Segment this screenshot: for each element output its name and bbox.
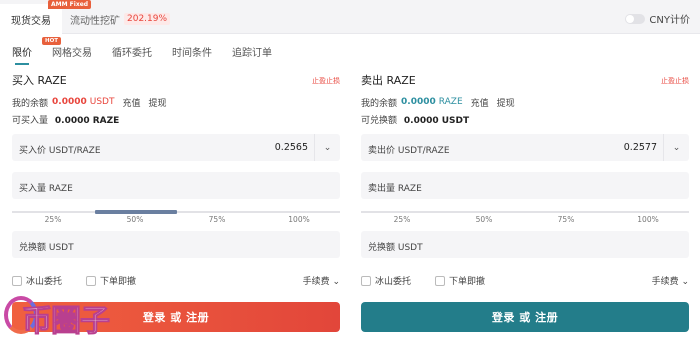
- slider-mark[interactable]: 100%: [288, 215, 309, 224]
- buy-available-label: 可买入量: [12, 116, 49, 126]
- chevron-down-icon[interactable]: ⌄: [663, 134, 689, 161]
- tab-trailing-order[interactable]: 追踪订单: [232, 44, 272, 65]
- buy-ioc-checkbox[interactable]: 下单即撤: [86, 274, 136, 287]
- buy-available-row: 可买入量 0.0000 RAZE: [12, 113, 340, 126]
- buy-total-input[interactable]: 兑换额 USDT: [12, 231, 340, 258]
- toggle-switch[interactable]: [625, 13, 646, 24]
- buy-title-text: 买入 RAZE: [12, 74, 67, 87]
- sell-deposit-link[interactable]: 充值: [471, 96, 489, 109]
- buy-fee-dropdown[interactable]: 手续费 ⌄: [303, 274, 340, 287]
- amm-apy-badge: 202.19%: [124, 13, 171, 25]
- sell-available-amount: 0.0000 USDT: [403, 116, 470, 126]
- buy-amount-label: 买入量 RAZE: [19, 184, 73, 194]
- slider-mark[interactable]: 75%: [558, 215, 575, 224]
- sell-total-label: 兑换额 USDT: [368, 243, 423, 253]
- sell-iceberg-checkbox[interactable]: 冰山委托: [361, 274, 411, 287]
- buy-title: 买入 RAZE 止盈止损: [12, 72, 340, 88]
- sell-ioc-checkbox[interactable]: 下单即撤: [435, 274, 485, 287]
- checkbox-icon[interactable]: [12, 275, 22, 286]
- sell-stop-loss-link[interactable]: 止盈止损: [661, 76, 689, 86]
- checkbox-icon[interactable]: [435, 275, 445, 286]
- slider-fill[interactable]: [95, 210, 177, 214]
- sell-options-row: 冰山委托 下单即撤 手续费 ⌄: [361, 274, 689, 288]
- buy-percent-slider[interactable]: 25% 50% 75% 100%: [12, 209, 340, 224]
- hot-badge: HOT: [42, 37, 62, 45]
- buy-price-label: 买入价 USDT/RAZE: [19, 146, 101, 156]
- checkbox-icon[interactable]: [361, 275, 371, 286]
- sell-total-input[interactable]: 兑换额 USDT: [361, 231, 689, 258]
- cny-label: CNY计价: [649, 15, 690, 26]
- slider-mark[interactable]: 50%: [127, 215, 144, 224]
- market-type-bar: 现货交易 AMM Fixed 流动性挖矿 202.19% CNY计价: [0, 0, 700, 34]
- slider-mark[interactable]: 100%: [637, 215, 658, 224]
- sell-available-label: 可兑换额: [361, 116, 398, 126]
- checkbox-icon[interactable]: [86, 275, 96, 286]
- buy-fee-label: 手续费: [302, 277, 330, 287]
- slider-mark[interactable]: 25%: [45, 215, 62, 224]
- tab-liquidity-mining[interactable]: 流动性挖矿 202.19%: [70, 4, 171, 34]
- buy-price-input[interactable]: 买入价 USDT/RAZE 0.2565 ⌄: [12, 134, 340, 161]
- slider-mark[interactable]: 50%: [476, 215, 493, 224]
- tab-amm-label: 流动性挖矿: [70, 15, 120, 27]
- sell-fee-dropdown[interactable]: 手续费 ⌄: [652, 274, 689, 287]
- sell-fee-label: 手续费: [651, 277, 679, 287]
- buy-stop-loss-link[interactable]: 止盈止损: [312, 76, 340, 86]
- buy-balance-amount: 0.0000: [52, 97, 87, 107]
- buy-button-label: 登录 或 注册: [142, 311, 210, 324]
- buy-options-row: 冰山委托 下单即撤 手续费 ⌄: [12, 274, 340, 288]
- watermark-text: 币圈子: [22, 304, 111, 340]
- buy-withdraw-link[interactable]: 提现: [149, 96, 167, 109]
- sell-amount-input[interactable]: 卖出量 RAZE: [361, 172, 689, 199]
- buy-balance-row: 我的余额 0.0000 USDT 充值 提现: [12, 96, 340, 109]
- sell-iceberg-label: 冰山委托: [375, 277, 412, 287]
- slider-mark[interactable]: 25%: [394, 215, 411, 224]
- tab-grid-trading[interactable]: 网格交易: [52, 44, 92, 65]
- slider-track: [361, 211, 689, 213]
- sell-price-value: 0.2577: [623, 142, 657, 153]
- sell-title-text: 卖出 RAZE: [361, 74, 416, 87]
- sell-ioc-label: 下单即撤: [449, 277, 486, 287]
- sell-button-label: 登录 或 注册: [491, 311, 559, 324]
- sell-price-label: 卖出价 USDT/RAZE: [368, 146, 450, 156]
- order-type-tabs: 限价 网格交易 循环委托 时间条件 追踪订单: [12, 44, 292, 65]
- slider-mark[interactable]: 75%: [209, 215, 226, 224]
- sell-available-row: 可兑换额 0.0000 USDT: [361, 113, 689, 126]
- sell-login-register-button[interactable]: 登录 或 注册: [361, 302, 689, 332]
- sell-balance-unit: RAZE: [438, 97, 463, 107]
- tab-time-condition[interactable]: 时间条件: [172, 44, 212, 65]
- buy-total-label: 兑换额 USDT: [19, 243, 74, 253]
- buy-panel: 买入 RAZE 止盈止损 我的余额 0.0000 USDT 充值 提现 可买入量…: [12, 72, 340, 332]
- chevron-down-icon[interactable]: ⌄: [314, 134, 340, 161]
- sell-price-input[interactable]: 卖出价 USDT/RAZE 0.2577 ⌄: [361, 134, 689, 161]
- tab-limit[interactable]: 限价: [12, 44, 32, 65]
- buy-price-value: 0.2565: [274, 142, 308, 153]
- buy-balance-label: 我的余额: [12, 98, 49, 109]
- buy-ioc-label: 下单即撤: [100, 277, 137, 287]
- sell-balance-label: 我的余额: [361, 98, 398, 109]
- buy-amount-input[interactable]: 买入量 RAZE: [12, 172, 340, 199]
- chevron-down-icon: ⌄: [681, 277, 689, 287]
- sell-panel: 卖出 RAZE 止盈止损 我的余额 0.0000 RAZE 充值 提现 可兑换额…: [361, 72, 689, 332]
- sell-balance-amount: 0.0000: [401, 97, 436, 107]
- sell-withdraw-link[interactable]: 提现: [497, 96, 515, 109]
- watermark-logo: 币圈子: [0, 292, 150, 343]
- buy-deposit-link[interactable]: 充值: [122, 96, 140, 109]
- sell-amount-label: 卖出量 RAZE: [368, 184, 422, 194]
- buy-iceberg-checkbox[interactable]: 冰山委托: [12, 274, 62, 287]
- buy-balance-unit: USDT: [89, 97, 115, 107]
- tab-spot-label: 现货交易: [11, 15, 51, 27]
- cny-pricing-toggle[interactable]: CNY计价: [625, 11, 690, 26]
- buy-available-amount: 0.0000 RAZE: [54, 116, 120, 126]
- sell-balance-row: 我的余额 0.0000 RAZE 充值 提现: [361, 96, 689, 109]
- sell-title: 卖出 RAZE 止盈止损: [361, 72, 689, 88]
- tab-loop-order[interactable]: 循环委托: [112, 44, 152, 65]
- chevron-down-icon: ⌄: [332, 277, 340, 287]
- sell-percent-slider[interactable]: 25% 50% 75% 100%: [361, 209, 689, 224]
- buy-iceberg-label: 冰山委托: [26, 277, 63, 287]
